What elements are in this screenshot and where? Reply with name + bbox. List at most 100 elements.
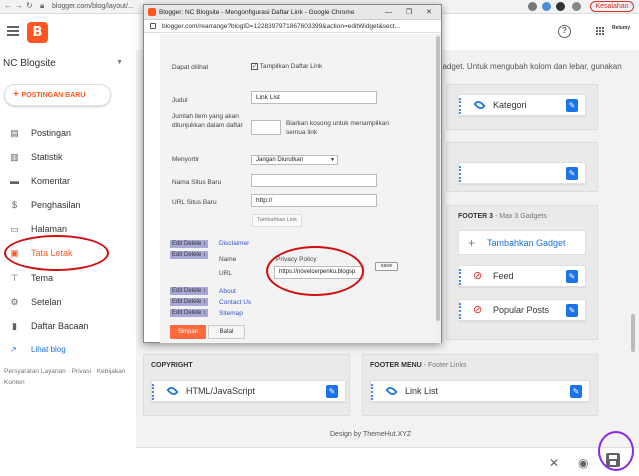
blog-selector[interactable]: NC Blogsite ▼ xyxy=(3,58,133,69)
checkbox-label: Tampilkan Daftar Link xyxy=(259,63,323,70)
popup-titlebar: Blogger: NC Blogsite - Mengonfigurasi Da… xyxy=(144,5,441,20)
cancel-button[interactable]: Batal xyxy=(208,325,245,339)
drag-handle[interactable] xyxy=(152,384,154,400)
forward-icon[interactable]: → xyxy=(15,1,23,10)
item-count-label: Jumlah item yang akan ditunjukkan dalam … xyxy=(172,113,243,129)
sidebar-item-statistik[interactable]: ▥ Statistik xyxy=(0,147,135,167)
gadget-link-list[interactable]: Link List ✎ xyxy=(370,380,590,402)
title-input[interactable]: Link List xyxy=(251,91,377,104)
back-icon[interactable]: ← xyxy=(4,1,12,10)
edit-delete-links[interactable]: Edit Delete ↕ xyxy=(170,309,209,317)
sidebar-item-tema[interactable]: ⊤ Tema xyxy=(0,268,135,288)
gadget-html-javascript[interactable]: HTML/JavaScript ✎ xyxy=(151,380,346,402)
title-label: Judul xyxy=(172,97,188,104)
eye-icon[interactable] xyxy=(385,384,398,398)
drag-handle[interactable] xyxy=(459,303,461,319)
sort-select[interactable]: Jangan Diurutkan ▼ xyxy=(251,155,338,165)
gadget-feed[interactable]: ⊘ Feed ✎ xyxy=(458,265,586,287)
edit-delete-links[interactable]: Edit Delete ↕ xyxy=(170,251,209,259)
drag-handle[interactable] xyxy=(459,269,461,285)
blogger-icon xyxy=(148,8,156,16)
view-blog-label: Lihat blog xyxy=(31,345,66,354)
extension-icon[interactable] xyxy=(542,2,551,11)
eye-icon[interactable] xyxy=(166,384,179,398)
edit-icon[interactable]: ✎ xyxy=(326,385,338,398)
sidebar-item-label: Statistik xyxy=(31,152,63,162)
drag-handle[interactable] xyxy=(459,98,461,114)
sidebar-item-postingan[interactable]: ▤ Postingan xyxy=(0,123,135,143)
lock-icon xyxy=(150,23,156,29)
edit-icon[interactable]: ✎ xyxy=(570,385,582,398)
edit-icon[interactable]: ✎ xyxy=(566,304,578,317)
page-scrollbar[interactable] xyxy=(631,314,635,352)
error-button[interactable]: Kesalahan xyxy=(590,1,634,12)
close-icon[interactable]: ✕ xyxy=(549,456,559,470)
item-count-input[interactable] xyxy=(251,120,281,135)
sidebar-item-penghasilan[interactable]: $ Penghasilan xyxy=(0,195,135,215)
eye-icon[interactable] xyxy=(473,98,486,112)
popup-address-bar: blogger.com/rearrange?blogID=12283979718… xyxy=(144,20,441,33)
sidebar-item-label: Komentar xyxy=(31,176,71,186)
profile-avatar[interactable] xyxy=(572,2,581,11)
sidebar-item-setelan[interactable]: ⚙ Setelan xyxy=(0,292,135,312)
blog-name: NC Blogsite xyxy=(3,58,56,69)
extension-icon[interactable] xyxy=(528,2,537,11)
preview-eye-icon[interactable]: ◉ xyxy=(578,456,588,470)
menu-icon[interactable] xyxy=(7,26,19,36)
eye-off-icon[interactable]: ⊘ xyxy=(473,270,485,282)
help-icon[interactable]: ? xyxy=(558,25,571,38)
blogger-logo[interactable]: B xyxy=(27,22,48,43)
bottom-action-bar xyxy=(136,447,639,476)
save-link-button[interactable]: save xyxy=(375,262,398,271)
gadget-kategori[interactable]: Kategori ✎ xyxy=(458,94,586,116)
url-label: URL xyxy=(219,270,233,277)
sidebar-item-komentar[interactable]: ▬ Komentar xyxy=(0,171,135,191)
edit-delete-links[interactable]: Edit Delete ↕ xyxy=(170,298,209,306)
add-gadget-button[interactable]: + Tambahkan Gadget xyxy=(458,230,586,255)
site-name-input[interactable] xyxy=(251,174,377,187)
sidebar-item-label: Tema xyxy=(31,273,54,283)
edit-icon[interactable]: ✎ xyxy=(566,270,578,283)
show-linklist-checkbox[interactable]: ✓ Tampilkan Daftar Link xyxy=(251,62,322,71)
visibility-label: Dapat dilihat xyxy=(172,64,209,71)
popup-title: Blogger: NC Blogsite - Mengonfigurasi Da… xyxy=(159,9,355,16)
gadget-popular-posts[interactable]: ⊘ Popular Posts ✎ xyxy=(458,299,586,321)
eye-off-icon[interactable]: ⊘ xyxy=(473,304,485,316)
add-link-button[interactable]: Tambahkan Link xyxy=(252,214,302,227)
link-about[interactable]: About xyxy=(219,288,236,295)
section-title: FOOTER MENU xyxy=(370,362,422,369)
edit-icon[interactable]: ✎ xyxy=(566,99,578,112)
link-contact-us[interactable]: Contact Us xyxy=(219,299,251,306)
view-blog-link[interactable]: ↗ Lihat blog xyxy=(10,345,66,354)
gadget-label: Link List xyxy=(405,386,439,396)
drag-handle[interactable] xyxy=(371,384,373,400)
sidebar-item-label: Daftar Bacaan xyxy=(31,321,89,331)
apps-grid-icon[interactable] xyxy=(596,27,606,37)
extension-icon[interactable] xyxy=(556,2,565,11)
edit-delete-links[interactable]: Edit Delete ↕ xyxy=(170,240,209,248)
window-controls[interactable]: — ❐ ✕ xyxy=(385,5,438,19)
gadget-unnamed[interactable]: ✎ xyxy=(458,162,586,184)
link-disclaimer[interactable]: Disclaimer xyxy=(219,240,249,247)
sidebar-footer-links[interactable]: Persyaratan Layanan · Privasi · Kebijaka… xyxy=(4,366,134,388)
edit-delete-links[interactable]: Edit Delete ↕ xyxy=(170,287,209,295)
item-count-hint: Biarkan kosong untuk menampilkan semua l… xyxy=(286,120,389,136)
edit-delete-label: Edit Delete xyxy=(172,241,202,247)
checkbox-checked-icon[interactable]: ✓ xyxy=(251,63,258,70)
gadget-label: Popular Posts xyxy=(493,305,550,315)
save-button[interactable]: Simpan xyxy=(170,325,206,339)
popup-scrollbar[interactable] xyxy=(435,34,441,343)
section-subtitle: - Max 3 Gadgets xyxy=(494,213,547,220)
new-post-button[interactable]: + POSTINGAN BARU xyxy=(4,84,111,106)
new-post-label: POSTINGAN BARU xyxy=(21,92,86,99)
reload-icon[interactable]: ↻ xyxy=(26,1,33,10)
edit-delete-label: Edit Delete xyxy=(172,310,202,316)
drag-handle[interactable] xyxy=(459,166,461,182)
edit-icon[interactable]: ✎ xyxy=(566,167,578,180)
sidebar-item-daftar-bacaan[interactable]: ▮ Daftar Bacaan xyxy=(0,316,135,336)
site-url-input[interactable]: http:// xyxy=(251,194,377,207)
account-logo[interactable]: Relumy xyxy=(612,25,630,31)
link-sitemap[interactable]: Sitemap xyxy=(219,310,243,317)
sort-label: Menyortir xyxy=(172,156,200,163)
plus-icon: + xyxy=(13,89,22,100)
